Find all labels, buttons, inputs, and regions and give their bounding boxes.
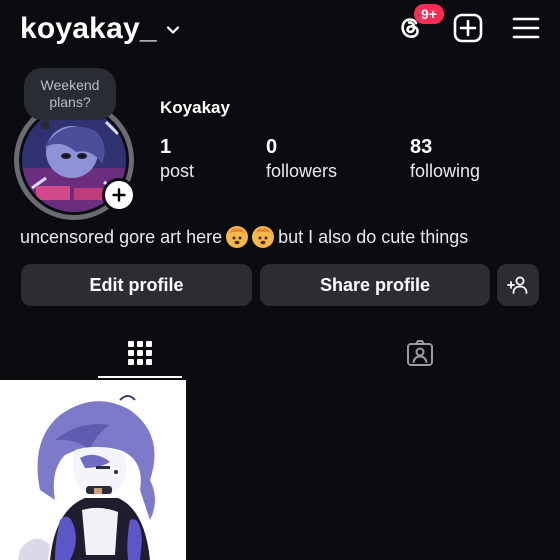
username[interactable]: koyakay_ [20, 12, 157, 46]
stat-posts[interactable]: 1 post [160, 136, 194, 182]
stat-value: 1 [160, 136, 172, 158]
display-name: Koyakay [160, 98, 230, 117]
stat-label: post [160, 161, 195, 181]
note-bubble-tail [40, 120, 50, 130]
threads-button[interactable]: 9+ [394, 4, 444, 44]
notification-badge: 9+ [414, 4, 444, 24]
plus-square-icon [453, 13, 483, 43]
top-actions: 9+ [394, 4, 542, 44]
bio-text-start: uncensored gore art here [20, 226, 223, 247]
note-text: Weekend plans? [40, 77, 100, 110]
stat-value: 83 [410, 136, 433, 158]
tab-tagged[interactable] [405, 338, 435, 368]
bio-text-end: but I also do cute things [278, 226, 469, 247]
tagged-person-icon [407, 340, 433, 366]
post-image [0, 380, 186, 560]
account-switcher[interactable]: koyakay_ [20, 12, 181, 46]
discover-people-button[interactable] [497, 264, 539, 306]
exploding-head-emoji-icon [252, 226, 275, 248]
tab-posts-grid[interactable] [125, 338, 155, 368]
grid-icon [128, 341, 152, 365]
hamburger-icon [512, 17, 540, 39]
stat-value: 0 [266, 136, 278, 158]
plus-icon [112, 188, 126, 202]
stat-label: followers [266, 161, 338, 181]
profile-tabs [0, 326, 560, 380]
share-profile-button[interactable]: Share profile [260, 264, 490, 306]
stat-label: following [410, 161, 481, 181]
bio: uncensored gore art here but I also do c… [20, 226, 468, 248]
menu-button[interactable] [510, 12, 542, 44]
note-bubble[interactable]: Weekend plans? [24, 68, 116, 120]
stat-followers[interactable]: 0 followers [266, 136, 337, 182]
chevron-down-icon[interactable] [165, 22, 181, 38]
active-tab-indicator [98, 376, 182, 378]
add-person-icon [507, 276, 528, 294]
edit-profile-button[interactable]: Edit profile [21, 264, 252, 306]
stat-following[interactable]: 83 following [410, 136, 480, 182]
top-bar: koyakay_ 9+ [0, 0, 560, 64]
exploding-head-emoji-icon [226, 226, 249, 248]
new-post-button[interactable] [452, 12, 484, 44]
post-thumbnail[interactable] [0, 380, 186, 560]
add-story-button[interactable] [102, 178, 136, 212]
